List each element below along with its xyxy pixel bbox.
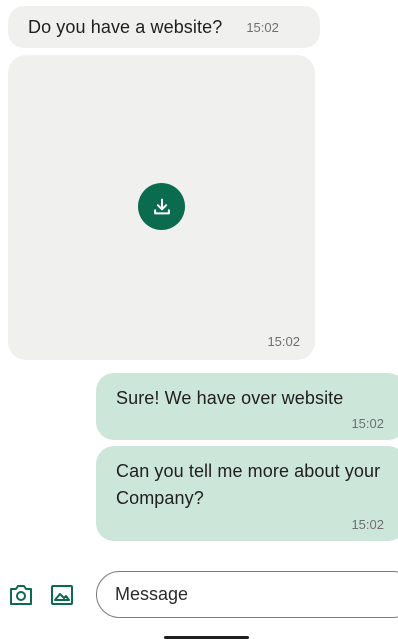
incoming-message-bubble: Do you have a website? 15:02	[8, 6, 320, 48]
outgoing-message-bubble: Can you tell me more about your Company?…	[96, 446, 398, 541]
message-timestamp: 15:02	[246, 19, 279, 35]
download-button[interactable]	[138, 183, 185, 230]
download-icon	[153, 198, 170, 214]
message-timestamp: 15:02	[351, 517, 384, 532]
message-timestamp: 15:02	[351, 416, 384, 431]
chat-screen: Do you have a website? 15:02 15:02 Sure!…	[0, 0, 398, 639]
message-timestamp: 15:02	[267, 334, 300, 349]
camera-button[interactable]	[8, 582, 34, 608]
outgoing-message-bubble: Sure! We have over website 15:02	[96, 373, 398, 440]
message-text: Can you tell me more about your Company?	[116, 461, 381, 508]
incoming-media-bubble[interactable]: 15:02	[8, 55, 315, 360]
gallery-icon	[51, 585, 73, 605]
message-text: Do you have a website?	[28, 16, 223, 37]
message-input[interactable]	[96, 571, 398, 618]
message-text: Sure! We have over website	[116, 388, 344, 408]
gallery-button[interactable]	[49, 582, 75, 608]
camera-icon	[10, 585, 32, 605]
